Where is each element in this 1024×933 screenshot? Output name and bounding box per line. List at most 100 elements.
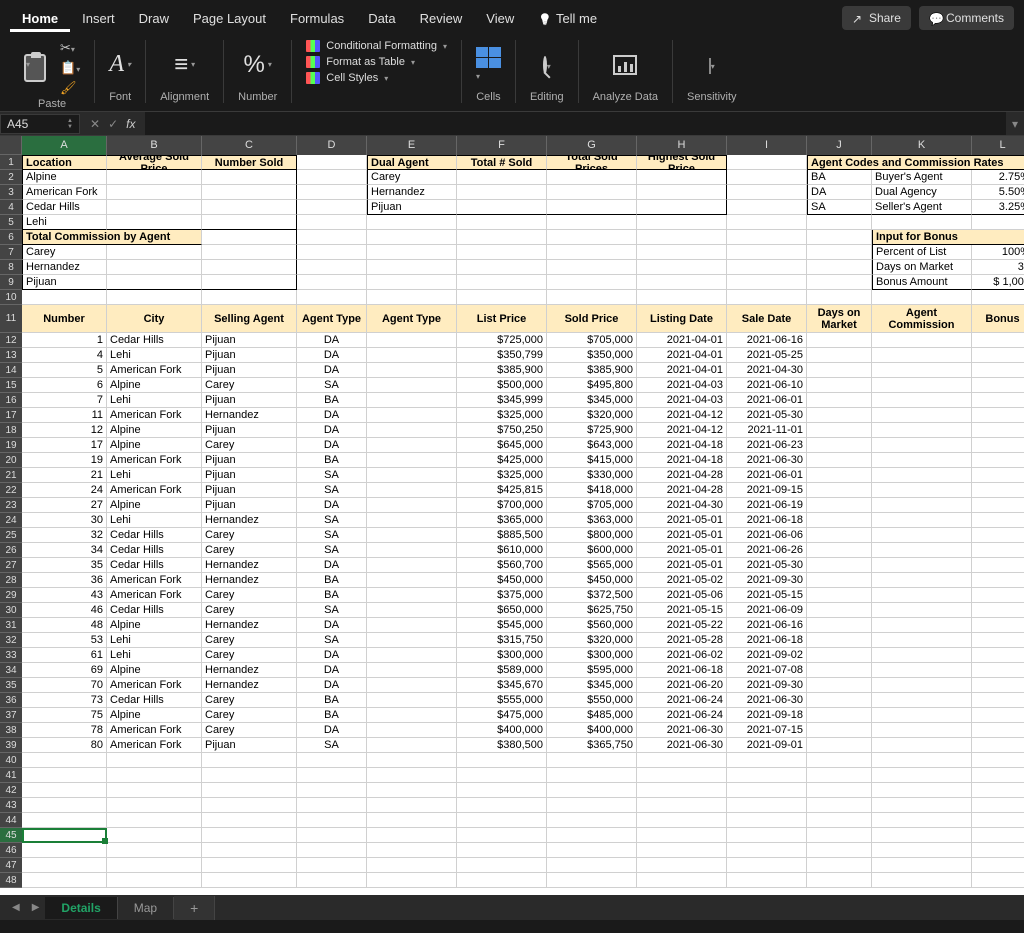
cell[interactable]	[972, 678, 1024, 693]
cell[interactable]: DA	[297, 348, 367, 363]
cell[interactable]	[807, 618, 872, 633]
cell[interactable]	[107, 813, 202, 828]
column-header[interactable]: K	[872, 136, 972, 155]
cell[interactable]	[637, 798, 727, 813]
cell[interactable]	[202, 200, 297, 215]
cell[interactable]	[457, 290, 547, 305]
cell[interactable]	[637, 230, 727, 245]
cell[interactable]	[367, 543, 457, 558]
cell[interactable]	[297, 290, 367, 305]
cell[interactable]: DA	[297, 408, 367, 423]
cell[interactable]	[107, 843, 202, 858]
cell[interactable]	[872, 453, 972, 468]
cell[interactable]	[637, 275, 727, 290]
cell[interactable]: Carey	[202, 633, 297, 648]
column-header[interactable]: D	[297, 136, 367, 155]
cell[interactable]	[807, 528, 872, 543]
cell[interactable]	[457, 275, 547, 290]
cell[interactable]: $345,999	[457, 393, 547, 408]
cell[interactable]	[547, 275, 637, 290]
cell[interactable]: 2021-05-01	[637, 513, 727, 528]
cell[interactable]: 100%	[972, 245, 1024, 260]
cell[interactable]	[202, 260, 297, 275]
cell[interactable]: Location	[22, 155, 107, 170]
cell[interactable]	[972, 408, 1024, 423]
cell[interactable]: American Fork	[107, 588, 202, 603]
cell[interactable]	[727, 858, 807, 873]
row-header[interactable]: 23	[0, 498, 22, 513]
cell[interactable]	[972, 528, 1024, 543]
cell[interactable]: 3.25%	[972, 200, 1024, 215]
cell[interactable]: DA	[297, 663, 367, 678]
cell[interactable]: 2021-06-02	[637, 648, 727, 663]
cell[interactable]	[872, 873, 972, 888]
cell[interactable]	[297, 170, 367, 185]
cell[interactable]	[727, 200, 807, 215]
cell[interactable]: 53	[22, 633, 107, 648]
cell[interactable]	[637, 858, 727, 873]
cell[interactable]: 2021-06-30	[637, 723, 727, 738]
cell[interactable]: American Fork	[107, 483, 202, 498]
cell[interactable]	[637, 843, 727, 858]
cell[interactable]	[367, 393, 457, 408]
cell[interactable]	[22, 828, 107, 843]
cell[interactable]: $545,000	[457, 618, 547, 633]
cell[interactable]: $485,000	[547, 708, 637, 723]
cell[interactable]: Carey	[367, 170, 457, 185]
cell[interactable]	[367, 813, 457, 828]
cell[interactable]	[872, 573, 972, 588]
cell[interactable]	[807, 633, 872, 648]
cell[interactable]	[202, 170, 297, 185]
cell[interactable]	[972, 513, 1024, 528]
cell[interactable]: Pijuan	[202, 423, 297, 438]
row-header[interactable]: 2	[0, 170, 22, 185]
cell[interactable]: BA	[297, 588, 367, 603]
cell[interactable]	[547, 843, 637, 858]
cell[interactable]: DA	[297, 723, 367, 738]
cell[interactable]	[457, 200, 547, 215]
cell[interactable]: SA	[297, 633, 367, 648]
row-header[interactable]: 22	[0, 483, 22, 498]
cell[interactable]: 34	[22, 543, 107, 558]
cell[interactable]	[872, 663, 972, 678]
cell[interactable]: Total Commission by Agent	[22, 230, 202, 245]
cell[interactable]	[972, 783, 1024, 798]
cell[interactable]	[547, 230, 637, 245]
cell[interactable]	[637, 873, 727, 888]
row-header[interactable]: 26	[0, 543, 22, 558]
cell[interactable]: Pijuan	[202, 363, 297, 378]
cell[interactable]: Pijuan	[367, 200, 457, 215]
cell[interactable]: 30	[22, 513, 107, 528]
cell[interactable]: 2021-06-26	[727, 543, 807, 558]
cell[interactable]	[547, 783, 637, 798]
cell[interactable]	[547, 170, 637, 185]
cell[interactable]: Carey	[202, 528, 297, 543]
cell[interactable]	[637, 813, 727, 828]
cell[interactable]: $345,000	[547, 678, 637, 693]
cell[interactable]	[807, 453, 872, 468]
cell[interactable]	[107, 170, 202, 185]
cell[interactable]: $425,000	[457, 453, 547, 468]
sheet-nav-prev-icon[interactable]: ◀	[6, 902, 26, 913]
cell[interactable]	[807, 408, 872, 423]
cell[interactable]: Pijuan	[202, 453, 297, 468]
alignment-icon[interactable]: ≡	[174, 51, 195, 79]
cell[interactable]: Hernandez	[22, 260, 107, 275]
cell[interactable]	[547, 828, 637, 843]
cell[interactable]: DA	[297, 678, 367, 693]
cell[interactable]: Agent Commission	[872, 305, 972, 333]
cell[interactable]: 2021-05-06	[637, 588, 727, 603]
cell[interactable]: 46	[22, 603, 107, 618]
cell[interactable]	[367, 843, 457, 858]
cell[interactable]	[727, 843, 807, 858]
cell[interactable]	[547, 200, 637, 215]
cell[interactable]: 2021-04-30	[637, 498, 727, 513]
cell[interactable]	[807, 483, 872, 498]
cell[interactable]	[972, 873, 1024, 888]
row-header[interactable]: 47	[0, 858, 22, 873]
cell[interactable]: $320,000	[547, 633, 637, 648]
cell[interactable]: Cedar Hills	[107, 693, 202, 708]
cell[interactable]	[457, 843, 547, 858]
cell[interactable]: $600,000	[547, 543, 637, 558]
cell[interactable]: $300,000	[457, 648, 547, 663]
